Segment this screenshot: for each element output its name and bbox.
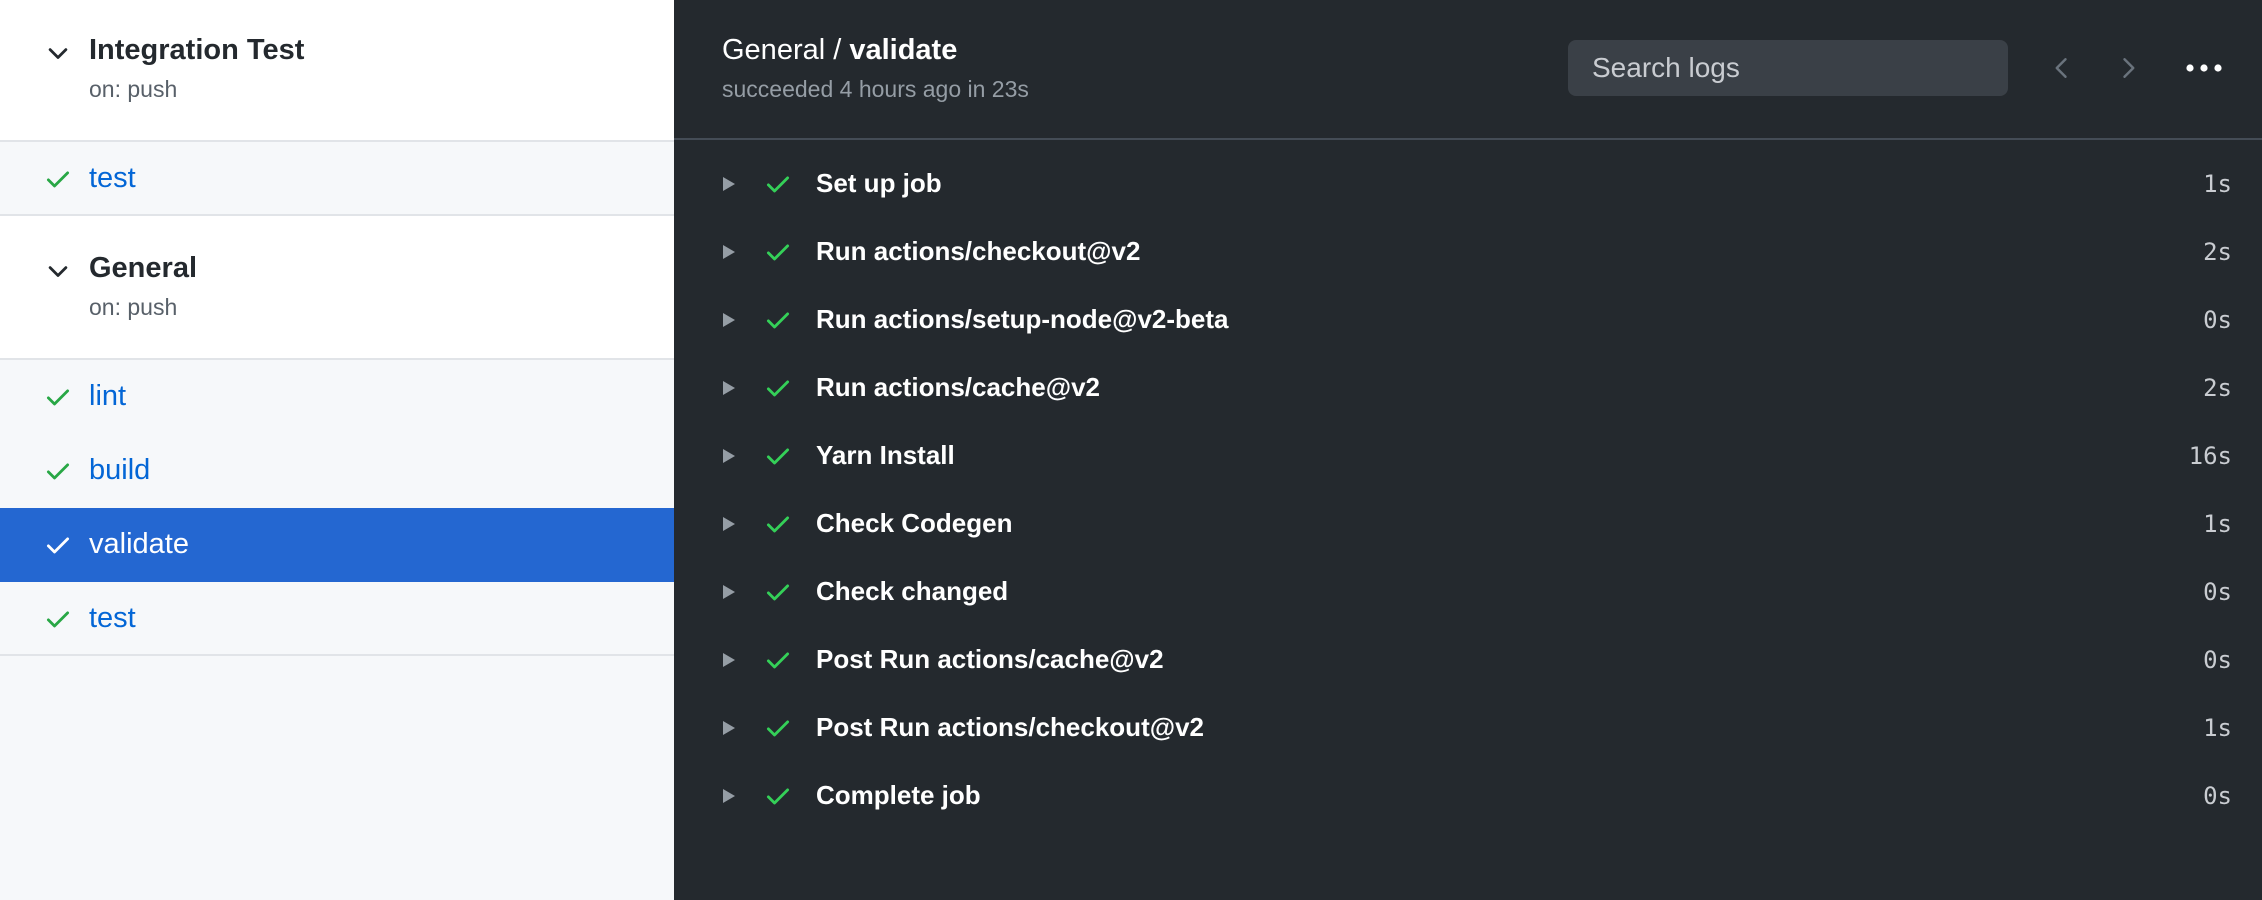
- step-name: Post Run actions/checkout@v2: [816, 712, 1204, 742]
- breadcrumb-separator: /: [825, 34, 850, 66]
- check-icon: [46, 611, 70, 628]
- triangle-right-icon[interactable]: [722, 516, 736, 532]
- step-row[interactable]: Check changed 0s: [674, 556, 2262, 624]
- job-label: test: [89, 602, 136, 634]
- job-item-build[interactable]: build: [0, 434, 674, 508]
- workflow-trigger: on: push: [89, 76, 178, 102]
- chevron-down-icon[interactable]: [44, 40, 72, 68]
- triangle-right-icon[interactable]: [722, 788, 736, 804]
- step-row[interactable]: Check Codegen 1s: [674, 488, 2262, 556]
- step-row[interactable]: Post Run actions/cache@v2 0s: [674, 624, 2262, 692]
- step-name: Yarn Install: [816, 440, 955, 470]
- step-name: Complete job: [816, 780, 981, 810]
- check-icon: [766, 244, 790, 261]
- check-icon: [766, 788, 790, 805]
- step-name: Run actions/checkout@v2: [816, 236, 1141, 266]
- step-duration: 0s: [2203, 306, 2232, 334]
- chevron-down-icon[interactable]: [44, 258, 72, 286]
- job-item-validate[interactable]: validate: [0, 508, 674, 582]
- step-row[interactable]: Run actions/cache@v2 2s: [674, 352, 2262, 420]
- log-header: General / validate succeeded 4 hours ago…: [674, 0, 2262, 140]
- step-duration: 0s: [2203, 646, 2232, 674]
- job-label: test: [89, 162, 136, 194]
- step-duration: 16s: [2188, 442, 2232, 470]
- job-label: build: [89, 454, 151, 486]
- step-name: Post Run actions/cache@v2: [816, 644, 1164, 674]
- check-icon: [766, 380, 790, 397]
- triangle-right-icon[interactable]: [722, 652, 736, 668]
- triangle-right-icon[interactable]: [722, 584, 736, 600]
- step-row[interactable]: Yarn Install 16s: [674, 420, 2262, 488]
- workflow-sidebar: Integration Test on: push test General o…: [0, 0, 674, 900]
- search-logs-input[interactable]: [1568, 40, 2008, 96]
- step-row[interactable]: Post Run actions/checkout@v2 1s: [674, 692, 2262, 760]
- triangle-right-icon[interactable]: [722, 720, 736, 736]
- check-icon: [46, 537, 70, 554]
- breadcrumb: General / validate: [722, 34, 957, 67]
- step-row[interactable]: Complete job 0s: [674, 760, 2262, 828]
- breadcrumb-workflow: General: [722, 34, 826, 66]
- workflow-name: Integration Test: [89, 34, 305, 66]
- check-icon: [766, 516, 790, 533]
- check-icon: [766, 652, 790, 669]
- step-duration: 0s: [2203, 578, 2232, 606]
- job-item-lint[interactable]: lint: [0, 360, 674, 434]
- triangle-right-icon[interactable]: [722, 312, 736, 328]
- triangle-right-icon[interactable]: [722, 176, 736, 192]
- check-icon: [46, 389, 70, 406]
- step-name: Check Codegen: [816, 508, 1013, 538]
- job-item-integration-test[interactable]: test: [0, 142, 674, 216]
- step-duration: 1s: [2203, 714, 2232, 742]
- step-row[interactable]: Run actions/setup-node@v2-beta 0s: [674, 284, 2262, 352]
- triangle-right-icon[interactable]: [722, 380, 736, 396]
- step-duration: 0s: [2203, 782, 2232, 810]
- check-icon: [46, 171, 70, 188]
- workflow-header-integration-test[interactable]: Integration Test on: push: [0, 0, 674, 142]
- step-row[interactable]: Run actions/checkout@v2 2s: [674, 216, 2262, 284]
- workflow-name: General: [89, 252, 197, 284]
- step-list: Set up job 1s Run actions/checkout@v2 2s…: [674, 148, 2262, 828]
- step-row[interactable]: Set up job 1s: [674, 148, 2262, 216]
- job-item-test[interactable]: test: [0, 582, 674, 656]
- step-duration: 1s: [2203, 510, 2232, 538]
- kebab-horizontal-icon[interactable]: [2184, 54, 2224, 82]
- chevron-left-icon[interactable]: [2048, 54, 2076, 82]
- step-duration: 1s: [2203, 170, 2232, 198]
- step-name: Check changed: [816, 576, 1009, 606]
- step-name: Set up job: [816, 168, 942, 198]
- job-label: validate: [89, 528, 189, 560]
- job-log-panel: General / validate succeeded 4 hours ago…: [674, 0, 2262, 900]
- workflow-trigger: on: push: [89, 294, 178, 320]
- breadcrumb-job: validate: [849, 34, 958, 66]
- triangle-right-icon[interactable]: [722, 244, 736, 260]
- workflow-header-general[interactable]: General on: push: [0, 216, 674, 360]
- check-icon: [46, 463, 70, 480]
- check-icon: [766, 448, 790, 465]
- step-name: Run actions/setup-node@v2-beta: [816, 304, 1229, 334]
- check-icon: [766, 720, 790, 737]
- chevron-right-icon[interactable]: [2114, 54, 2142, 82]
- step-name: Run actions/cache@v2: [816, 372, 1101, 402]
- step-duration: 2s: [2203, 238, 2232, 266]
- run-status-text: succeeded 4 hours ago in 23s: [722, 76, 1029, 102]
- triangle-right-icon[interactable]: [722, 448, 736, 464]
- check-icon: [766, 176, 790, 193]
- job-label: lint: [89, 380, 127, 412]
- step-duration: 2s: [2203, 374, 2232, 402]
- check-icon: [766, 584, 790, 601]
- check-icon: [766, 312, 790, 329]
